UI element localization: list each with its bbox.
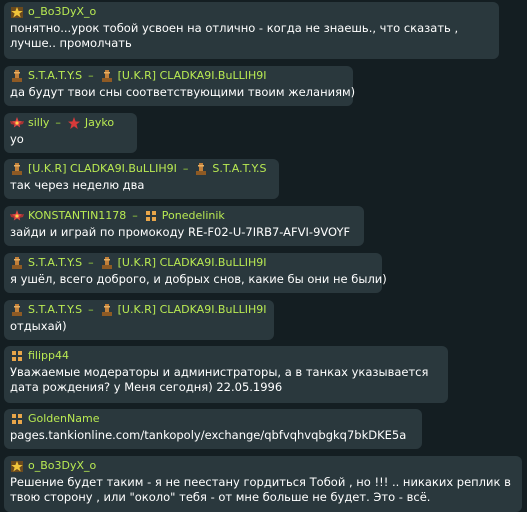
message-header: S.T.A.T.Y.S – [U.K.R] CLADKA9I.BuLLIH9I — [10, 303, 268, 317]
warrant-rank-icon — [194, 162, 208, 176]
star-rank-icon — [10, 5, 24, 19]
winged-star-rank-icon — [10, 209, 24, 223]
star-rank-icon — [67, 116, 81, 130]
message-text: так через неделю два — [10, 178, 145, 192]
sender-name[interactable]: silly — [28, 116, 49, 130]
message-header: [U.K.R] CLADKA9I.BuLLIH9I – S.T.A.T.Y.S — [10, 162, 273, 176]
message-header: KONSTANTIN1178 – Ponedelinik — [10, 209, 358, 223]
message-header: filipp44 — [10, 349, 442, 363]
warrant-rank-icon — [10, 256, 24, 270]
recruit-rank-icon — [10, 349, 24, 363]
chat-message: GoldenName pages.tankionline.com/tankopo… — [4, 409, 422, 449]
warrant-rank-icon — [100, 256, 114, 270]
separator: – — [132, 209, 138, 222]
sender-name[interactable]: S.T.A.T.Y.S — [28, 256, 82, 270]
sender-name[interactable]: o_Bo3DyX_o — [28, 459, 96, 473]
message-header: silly – Jayko — [10, 116, 131, 130]
recipient-name[interactable]: S.T.A.T.Y.S — [212, 162, 266, 176]
message-header: S.T.A.T.Y.S – [U.K.R] CLADKA9I.BuLLIH9I — [10, 256, 376, 270]
sender-name[interactable]: S.T.A.T.Y.S — [28, 69, 82, 83]
star-rank-icon — [10, 459, 24, 473]
separator: – — [88, 69, 94, 82]
separator: – — [88, 303, 94, 316]
message-text: зайди и играй по промокоду RE-F02-U-7IRB… — [10, 225, 351, 239]
chat-message: o_Bo3DyX_o Решение будет таким - я не пе… — [4, 456, 522, 512]
message-text: Решение будет таким - я не пеестану горд… — [10, 475, 511, 504]
warrant-rank-icon — [100, 303, 114, 317]
warrant-rank-icon — [10, 69, 24, 83]
sender-name[interactable]: KONSTANTIN1178 — [28, 209, 126, 223]
warrant-rank-icon — [10, 303, 24, 317]
recipient-name[interactable]: [U.K.R] CLADKA9I.BuLLIH9I — [118, 303, 267, 317]
separator: – — [182, 162, 189, 175]
recipient-name[interactable]: [U.K.R] CLADKA9I.BuLLIH9I — [118, 69, 267, 83]
chat-message: [U.K.R] CLADKA9I.BuLLIH9I – S.T.A.T.Y.S … — [4, 159, 279, 199]
chat-message: silly – Jayko yo — [4, 113, 137, 153]
message-link[interactable]: pages.tankionline.com/tankopoly/exchange… — [10, 428, 416, 443]
message-header: S.T.A.T.Y.S – [U.K.R] CLADKA9I.BuLLIH9I — [10, 69, 347, 83]
chat-message: filipp44 Уважаемые модераторы и админист… — [4, 346, 448, 403]
chat-message: o_Bo3DyX_o понятно...урок тобой усвоен н… — [4, 2, 499, 59]
warrant-rank-icon — [100, 69, 114, 83]
message-header: o_Bo3DyX_o — [10, 5, 493, 19]
recipient-name[interactable]: [U.K.R] CLADKA9I.BuLLIH9I — [118, 256, 267, 270]
message-text: отдыхай) — [10, 319, 67, 333]
recruit-rank-icon — [144, 209, 158, 223]
chat-message: S.T.A.T.Y.S – [U.K.R] CLADKA9I.BuLLIH9I … — [4, 253, 387, 293]
sender-name[interactable]: GoldenName — [28, 412, 99, 426]
message-text: yo — [10, 132, 24, 146]
chat-message: S.T.A.T.Y.S – [U.K.R] CLADKA9I.BuLLIH9I … — [4, 300, 274, 340]
message-text: да будут твои сны соответствующими твоим… — [10, 85, 356, 99]
separator: – — [88, 256, 94, 269]
recipient-name[interactable]: Ponedelinik — [162, 209, 225, 223]
chat-message: S.T.A.T.Y.S – [U.K.R] CLADKA9I.BuLLIH9I … — [4, 66, 356, 106]
chat-message: KONSTANTIN1178 – Ponedelinik зайди и игр… — [4, 206, 364, 246]
message-text: понятно...урок тобой усвоен на отлично -… — [10, 21, 459, 50]
sender-name[interactable]: S.T.A.T.Y.S — [28, 303, 82, 317]
sender-name[interactable]: [U.K.R] CLADKA9I.BuLLIH9I — [28, 162, 177, 176]
sender-name[interactable]: o_Bo3DyX_o — [28, 5, 96, 19]
chat-log: o_Bo3DyX_o понятно...урок тобой усвоен н… — [0, 0, 527, 512]
warrant-rank-icon — [10, 162, 24, 176]
sender-name[interactable]: filipp44 — [28, 349, 69, 363]
recipient-name[interactable]: Jayko — [85, 116, 114, 130]
winged-star-rank-icon — [10, 116, 24, 130]
message-text: Уважаемые модераторы и администраторы, а… — [10, 365, 429, 394]
message-text: я ушёл, всего доброго, и добрых снов, ка… — [10, 272, 387, 286]
recruit-rank-icon — [10, 412, 24, 426]
message-header: o_Bo3DyX_o — [10, 459, 516, 473]
message-header: GoldenName — [10, 412, 416, 426]
separator: – — [55, 116, 61, 129]
